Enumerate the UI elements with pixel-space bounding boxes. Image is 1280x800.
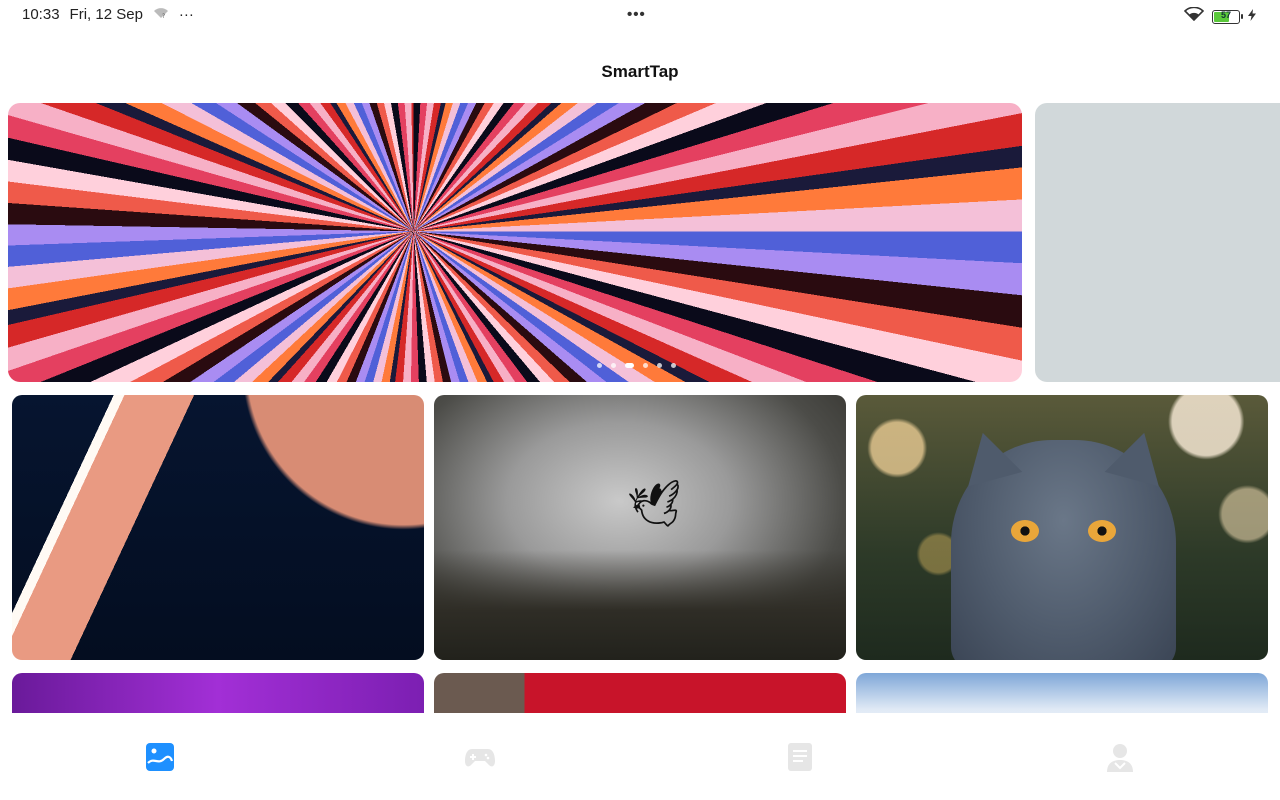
bird-icon: 🕊 bbox=[625, 477, 689, 536]
more-notifications-indicator: ··· bbox=[178, 6, 194, 23]
carousel-indicator bbox=[597, 363, 676, 368]
carousel-dot bbox=[643, 363, 648, 368]
profile-icon bbox=[1107, 743, 1133, 772]
cat-eye bbox=[1088, 520, 1116, 542]
wallpaper-tile-bird[interactable]: 🕊 bbox=[434, 395, 846, 660]
carousel-dot bbox=[657, 363, 662, 368]
nav-games[interactable] bbox=[320, 713, 640, 800]
nav-wallpapers[interactable] bbox=[0, 713, 320, 800]
status-bar: 10:33 Fri, 12 Sep ? ··· ••• 57 bbox=[0, 0, 1280, 32]
wallpaper-tile-abstract[interactable] bbox=[12, 395, 424, 660]
next-banner-preview[interactable] bbox=[1035, 103, 1280, 382]
status-left: 10:33 Fri, 12 Sep ? ··· bbox=[22, 6, 194, 23]
nav-profile[interactable] bbox=[960, 713, 1280, 800]
cat-eye bbox=[1011, 520, 1039, 542]
nav-articles[interactable] bbox=[640, 713, 960, 800]
charging-icon bbox=[1248, 8, 1256, 26]
wallpaper-icon bbox=[146, 742, 174, 771]
carousel-dot bbox=[671, 363, 676, 368]
featured-banner[interactable] bbox=[8, 103, 1022, 382]
cat-ear bbox=[1104, 425, 1172, 487]
cat-ear bbox=[955, 425, 1023, 487]
wallpaper-tile-cat[interactable] bbox=[856, 395, 1268, 660]
gamepad-icon bbox=[465, 748, 495, 766]
carousel-dot-active bbox=[625, 363, 634, 368]
wifi-icon bbox=[1183, 6, 1205, 26]
page-title: SmartTap bbox=[601, 62, 679, 81]
status-right: 57 bbox=[1183, 6, 1256, 26]
carousel-dot bbox=[597, 363, 602, 368]
status-date: Fri, 12 Sep bbox=[69, 6, 143, 23]
multiwindow-handle[interactable]: ••• bbox=[627, 6, 646, 23]
forest-silhouette bbox=[434, 550, 846, 660]
bottom-navigation bbox=[0, 713, 1280, 800]
cat-figure bbox=[951, 425, 1176, 660]
svg-text:?: ? bbox=[162, 13, 165, 19]
battery-level: 57 bbox=[1220, 9, 1231, 20]
wifi-question-icon: ? bbox=[153, 6, 169, 23]
document-icon bbox=[788, 742, 812, 771]
carousel-dot bbox=[611, 363, 616, 368]
battery-icon: 57 bbox=[1212, 9, 1243, 24]
status-time: 10:33 bbox=[22, 6, 60, 23]
